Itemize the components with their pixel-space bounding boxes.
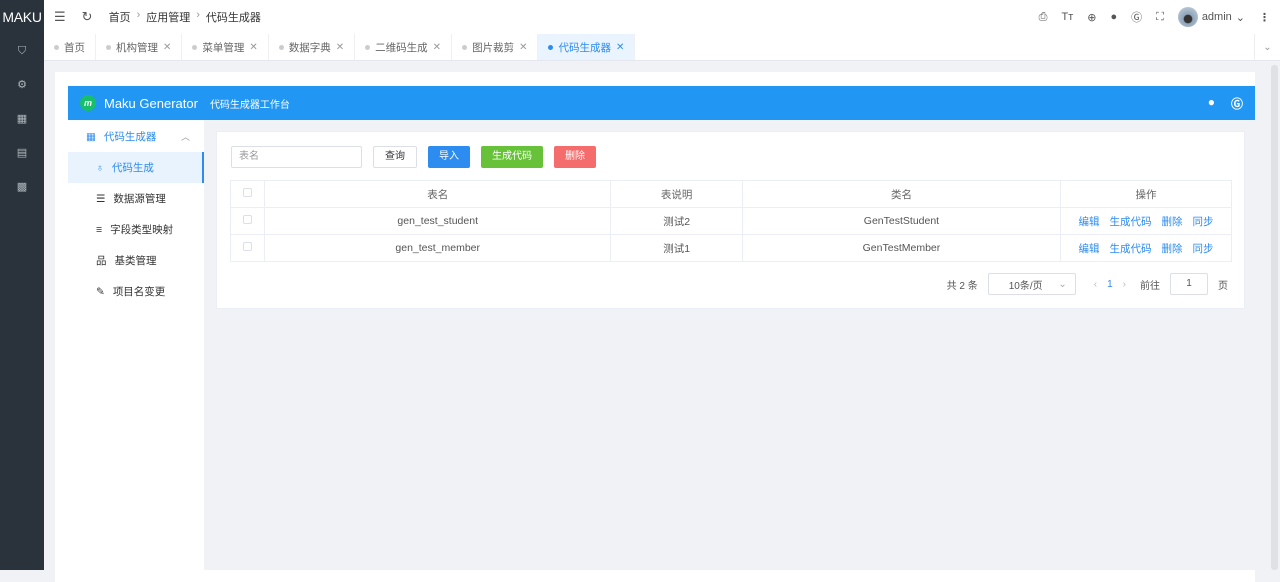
table-card: 表名 查询 导入 生成代码 删除 表名 表说明 类名 操作 gen_test_stud…	[216, 131, 1245, 309]
document-icon[interactable]: ▤	[0, 136, 44, 170]
close-icon[interactable]: ✕	[336, 42, 344, 53]
username: admin	[1201, 11, 1232, 23]
avatar	[1177, 7, 1198, 27]
breadcrumb-item[interactable]: 应用管理	[146, 9, 190, 25]
menu-item-base-class[interactable]: 品基类管理	[68, 245, 204, 276]
menu-item-project-rename[interactable]: ✎ 项目名变更	[68, 276, 204, 307]
menu-fold-icon[interactable]: ☰	[54, 9, 66, 25]
more-icon[interactable]: ⋮	[1259, 11, 1270, 24]
table-row: gen_test_member 测试1 GenTestMember 编辑 生成代码 删除…	[230, 234, 1232, 262]
delete-link[interactable]: 删除	[1162, 216, 1183, 228]
sync-link[interactable]: 同步	[1193, 243, 1214, 255]
total-count: 共 2 条	[946, 280, 978, 292]
tab-dict[interactable]: 数据字典 ✕	[269, 34, 356, 60]
goto-input[interactable]: 1	[1170, 273, 1208, 295]
delete-link[interactable]: 删除	[1162, 243, 1183, 255]
query-button[interactable]: 查询	[373, 146, 417, 168]
menu-item-field-type[interactable]: ≡ 字段类型映射	[68, 214, 204, 245]
page-number[interactable]: 1	[1107, 279, 1113, 290]
image-icon[interactable]: ⎙	[1039, 11, 1048, 24]
generate-link[interactable]: 生成代码	[1110, 243, 1152, 255]
tab-codegen[interactable]: 代码生成器 ✕	[538, 34, 636, 60]
github-icon[interactable]: ●	[1208, 95, 1215, 112]
github-icon[interactable]: ●	[1110, 11, 1117, 23]
import-button[interactable]: 导入	[428, 146, 470, 168]
close-icon[interactable]: ✕	[519, 42, 527, 53]
prev-page-icon[interactable]: ‹	[1094, 279, 1097, 290]
font-size-icon[interactable]: Tт	[1061, 11, 1073, 23]
next-page-icon[interactable]: ›	[1123, 279, 1126, 290]
edit-link[interactable]: 编辑	[1079, 243, 1100, 255]
sidebar: MAKU ⛉ ⚙ ▦ ▤ ▩	[0, 0, 44, 570]
edit-link[interactable]: 编辑	[1079, 216, 1100, 228]
gitee-icon[interactable]: Ⓖ	[1231, 95, 1243, 112]
row-checkbox[interactable]	[243, 242, 252, 251]
close-icon[interactable]: ✕	[616, 42, 624, 53]
close-icon[interactable]: ✕	[249, 42, 257, 53]
pagination: 共 2 条 10条/页 ⌄ ‹ 1 › 前往 1 页	[947, 273, 1228, 295]
gear-icon[interactable]: ⚙	[0, 68, 44, 102]
scrollbar[interactable]	[1268, 61, 1280, 570]
tab-crop[interactable]: 图片裁剪 ✕	[452, 34, 539, 60]
edit-icon: ✎	[96, 285, 105, 298]
generator-banner: m Maku Generator 代码生成器工作台 ● Ⓖ	[68, 86, 1255, 120]
column-header: 类名	[741, 180, 1062, 208]
close-icon[interactable]: ✕	[163, 42, 171, 53]
chevron-down-icon: ⌄	[1058, 278, 1067, 290]
chevron-down-icon: ⌄	[1235, 11, 1245, 24]
table: 表名 表说明 类名 操作 gen_test_student 测试2 GenTestStud…	[230, 180, 1232, 262]
sync-link[interactable]: 同步	[1193, 216, 1214, 228]
fullscreen-icon[interactable]: ⛶	[1156, 11, 1164, 24]
chevron-down-icon[interactable]: ⌄	[1254, 34, 1280, 60]
refresh-icon[interactable]: ↻	[82, 9, 93, 25]
row-checkbox[interactable]	[243, 215, 252, 224]
select-all-checkbox[interactable]	[243, 188, 252, 197]
tab-org[interactable]: 机构管理 ✕	[96, 34, 183, 60]
apps-icon[interactable]: ▩	[0, 170, 44, 204]
generate-code-button[interactable]: 生成代码	[481, 146, 543, 168]
list-icon: ≡	[96, 223, 103, 236]
generator-menu: ▦ 代码生成器 ︿ ♁ 代码生成 ☰ 数据源管理 ≡ 字段类型映射 品基类管理 ✎ 项目名变…	[68, 120, 204, 570]
hierarchy-icon: 品	[96, 255, 107, 267]
breadcrumb-item[interactable]: 首页	[109, 9, 131, 25]
menu-item-codegen[interactable]: ♁ 代码生成	[68, 152, 204, 183]
column-header: 表说明	[610, 180, 743, 208]
breadcrumb: 首页 › 应用管理 › 代码生成器	[108, 9, 261, 25]
gitee-icon[interactable]: Ⓖ	[1131, 9, 1142, 25]
app-logo: MAKU	[2, 9, 42, 25]
banner-subtitle: 代码生成器工作台	[209, 99, 290, 111]
shield-icon[interactable]: ⛉	[0, 34, 44, 68]
banner-title: Maku Generator	[104, 95, 198, 111]
tab-bar: 首页 机构管理 ✕ 菜单管理 ✕ 数据字典 ✕ 二维码生成 ✕ 图片裁剪 ✕ 代码生成器 ✕…	[44, 34, 1280, 61]
top-header: ☰ ↻ 首页 › 应用管理 › 代码生成器 ⎙ Tт ⊕ ● Ⓖ ⛶ admin ⌄…	[44, 0, 1280, 34]
column-header: 操作	[1060, 180, 1232, 208]
menu-group[interactable]: ▦ 代码生成器 ︿	[68, 121, 204, 152]
close-icon[interactable]: ✕	[433, 42, 441, 53]
breadcrumb-item: 代码生成器	[205, 12, 261, 24]
generate-link[interactable]: 生成代码	[1110, 216, 1152, 228]
tab-qrcode[interactable]: 二维码生成 ✕	[355, 34, 453, 60]
database-icon: ☰	[96, 192, 106, 205]
page-size-select[interactable]: 10条/页 ⌄	[987, 273, 1076, 295]
maku-logo: m	[80, 95, 96, 111]
chevron-up-icon: ︿	[180, 132, 190, 142]
tab-home[interactable]: 首页	[44, 34, 96, 60]
tab-menu[interactable]: 菜单管理 ✕	[182, 34, 269, 60]
grid-icon[interactable]: ▦	[0, 102, 44, 136]
delete-button[interactable]: 删除	[554, 146, 596, 168]
fire-icon: ♁	[96, 161, 104, 174]
page-suffix: 页	[1218, 280, 1228, 292]
menu-item-datasource[interactable]: ☰ 数据源管理	[68, 183, 204, 214]
goto-label: 前往	[1140, 280, 1160, 292]
user-menu[interactable]: admin ⌄	[1177, 7, 1245, 27]
table-name-input[interactable]: 表名	[231, 146, 362, 168]
grid-icon: ▦	[86, 130, 96, 143]
language-icon[interactable]: ⊕	[1087, 11, 1096, 24]
column-header: 表名	[263, 180, 612, 208]
table-row: gen_test_student 测试2 GenTestStudent 编辑 生成代码…	[230, 207, 1232, 235]
